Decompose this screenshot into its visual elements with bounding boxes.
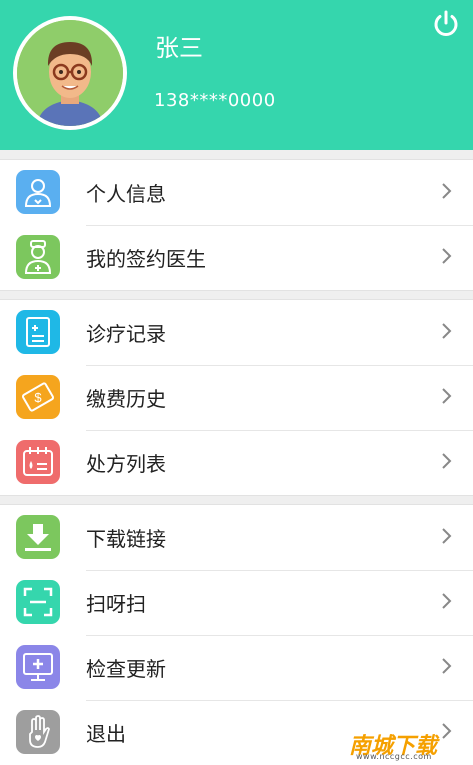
menu-item-download-link[interactable]: 下载链接 [0,505,473,570]
payment-icon: $ [16,375,60,419]
download-icon [16,515,60,559]
menu-item-personal-info[interactable]: 个人信息 [0,160,473,225]
chevron-right-icon [442,723,452,739]
chevron-right-icon [442,453,452,469]
menu-item-label: 扫呀扫 [86,592,146,616]
menu-item-label: 退出 [86,722,126,746]
menu-group-app: 下载链接 扫呀扫 检查更新 退出 [0,504,473,765]
menu-item-label: 检查更新 [86,657,166,681]
hand-icon [16,710,60,754]
chevron-right-icon [442,658,452,674]
menu-item-label: 处方列表 [86,452,166,476]
avatar-illustration [17,20,123,126]
menu-item-treatment-records[interactable]: 诊疗记录 [0,300,473,365]
power-icon[interactable] [430,8,462,40]
chevron-right-icon [442,183,452,199]
scan-icon [16,580,60,624]
user-name: 张三 [155,34,203,62]
menu-item-check-update[interactable]: 检查更新 [0,635,473,700]
menu-item-label: 下载链接 [86,527,166,551]
profile-header: 张三 138****0000 [0,0,473,150]
chevron-right-icon [442,248,452,264]
menu-item-my-doctor[interactable]: 我的签约医生 [0,225,473,290]
chevron-right-icon [442,323,452,339]
menu-item-label: 我的签约医生 [86,247,206,271]
user-phone: 138****0000 [154,90,276,111]
chevron-right-icon [442,593,452,609]
menu-item-prescriptions[interactable]: 处方列表 [0,430,473,495]
clipboard-icon [16,310,60,354]
menu-item-label: 缴费历史 [86,387,166,411]
svg-text:$: $ [34,390,42,405]
menu-item-label: 个人信息 [86,182,166,206]
calendar-icon [16,440,60,484]
doctor-icon [16,235,60,279]
chevron-right-icon [442,388,452,404]
watermark-url: www.nccgcc.com [356,752,432,761]
menu-group-medical: 诊疗记录 $ 缴费历史 处方列表 [0,299,473,496]
menu-item-payment-history[interactable]: $ 缴费历史 [0,365,473,430]
chevron-right-icon [442,528,452,544]
menu-group-personal: 个人信息 我的签约医生 [0,159,473,291]
person-icon [16,170,60,214]
avatar[interactable] [13,16,127,130]
menu-item-label: 诊疗记录 [86,322,166,346]
monitor-icon [16,645,60,689]
menu-item-scan[interactable]: 扫呀扫 [0,570,473,635]
